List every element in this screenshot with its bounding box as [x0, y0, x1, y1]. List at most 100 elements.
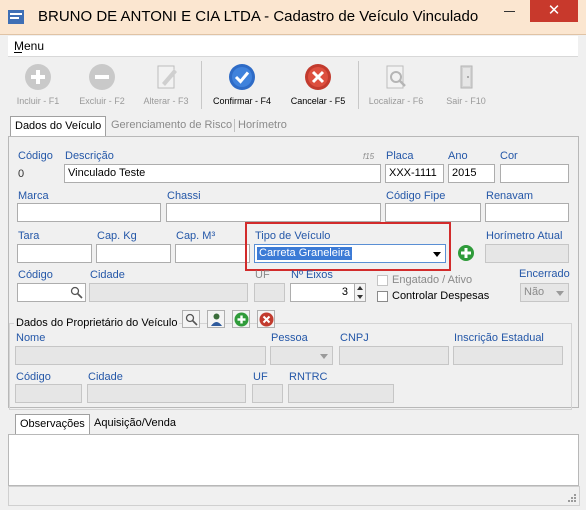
- proprietario-uf-input: [252, 384, 283, 403]
- search-icon[interactable]: [70, 286, 83, 299]
- cap-kg-input[interactable]: [96, 244, 171, 263]
- proprietario-inscricao-input: [453, 346, 563, 365]
- plus-icon: [234, 312, 249, 327]
- close-button[interactable]: ✕: [530, 0, 578, 22]
- status-bar: [8, 486, 580, 506]
- codigo-fipe-input[interactable]: [385, 203, 481, 222]
- window-title: BRUNO DE ANTONI E CIA LTDA - Cadastro de…: [38, 8, 479, 25]
- cap-m3-input[interactable]: [175, 244, 250, 263]
- placa-input[interactable]: XXX-1111: [385, 164, 444, 183]
- codigo-value: 0: [18, 168, 25, 180]
- toolbar: Incluir - F1 Excluir - F2 Alterar - F3 C…: [8, 57, 578, 113]
- tab-dados-do-veiculo[interactable]: Dados do Veículo: [10, 116, 107, 137]
- resize-grip-icon[interactable]: [567, 493, 577, 503]
- chassi-label: Chassi: [167, 190, 201, 202]
- chevron-down-icon: [320, 354, 328, 359]
- search-owner-button[interactable]: [182, 310, 200, 328]
- menu-bar: Menu: [8, 36, 578, 57]
- minimize-button[interactable]: [490, 0, 530, 22]
- proprietario-cnpj-input: [339, 346, 449, 365]
- descricao-input[interactable]: Vinculado Teste: [64, 164, 381, 183]
- codigo-label: Código: [18, 150, 53, 162]
- proprietario-rntrc-label: RNTRC: [289, 371, 328, 383]
- codigo-fipe-label: Código Fipe: [386, 190, 446, 202]
- marca-label: Marca: [18, 190, 49, 202]
- remove-owner-button[interactable]: [257, 310, 275, 328]
- close-icon: ✕: [547, 2, 561, 19]
- toolbar-separator: [201, 61, 202, 109]
- title-bar: BRUNO DE ANTONI E CIA LTDA - Cadastro de…: [0, 0, 586, 35]
- tipo-veiculo-select[interactable]: Carreta Graneleira: [254, 244, 446, 263]
- localizar-label: Localizar - F6: [368, 96, 424, 106]
- confirmar-label: Confirmar - F4: [212, 96, 271, 106]
- excluir-button[interactable]: Excluir - F2: [74, 57, 130, 113]
- menu-underline: [14, 52, 22, 53]
- proprietario-nome-label: Nome: [16, 332, 46, 344]
- sair-label: Sair - F10: [446, 96, 486, 106]
- chassi-input[interactable]: [166, 203, 381, 222]
- menu-item-menu[interactable]: Menu: [14, 39, 44, 53]
- controlar-despesas-checkbox[interactable]: [377, 291, 388, 302]
- edit-document-icon: [157, 65, 177, 89]
- proprietario-group-label: Dados do Proprietário do Veículo: [14, 317, 180, 329]
- horimetro-atual-input: [485, 244, 569, 263]
- add-tipo-veiculo-icon[interactable]: [457, 244, 475, 262]
- person-icon: [211, 313, 222, 326]
- cancelar-button[interactable]: Cancelar - F5: [284, 57, 352, 113]
- sair-button[interactable]: Sair - F10: [440, 57, 492, 113]
- engatado-label: Engatado / Ativo: [392, 274, 473, 286]
- encerrado-select[interactable]: Não: [520, 283, 569, 302]
- alterar-button[interactable]: Alterar - F3: [138, 57, 194, 113]
- tara-input[interactable]: [17, 244, 92, 263]
- marca-input[interactable]: [17, 203, 161, 222]
- close-icon: [259, 312, 274, 327]
- cor-input[interactable]: [500, 164, 569, 183]
- proprietario-uf-label: UF: [253, 371, 268, 383]
- plus-icon: [25, 64, 51, 90]
- n-eixos-input[interactable]: 3: [290, 283, 356, 302]
- codigo2-input[interactable]: [17, 283, 86, 302]
- app-icon: [8, 10, 24, 24]
- tab-observacoes[interactable]: Observações: [15, 414, 90, 435]
- tab-gerenciamento-de-risco[interactable]: Gerenciamento de Risco: [111, 116, 232, 135]
- chevron-down-icon: [433, 252, 441, 257]
- tab-horimetro[interactable]: Horímetro: [238, 116, 287, 135]
- tab-divider: [234, 119, 235, 132]
- observacoes-textarea[interactable]: [8, 434, 579, 486]
- cancelar-label: Cancelar - F5: [290, 96, 346, 106]
- add-owner-button[interactable]: [232, 310, 250, 328]
- proprietario-nome-input: [15, 346, 266, 365]
- bottom-tab-bar: Observações Aquisição/Venda: [8, 414, 578, 435]
- minus-icon: [89, 64, 115, 90]
- checkmark-icon: [229, 64, 255, 90]
- proprietario-pessoa-select: [270, 346, 333, 365]
- codigo2-label: Código: [18, 269, 53, 281]
- spin-up-icon[interactable]: [357, 286, 363, 290]
- n-eixos-label: Nº Eixos: [291, 269, 333, 281]
- ano-input[interactable]: 2015: [448, 164, 495, 183]
- proprietario-cidade-label: Cidade: [88, 371, 123, 383]
- chevron-down-icon: [556, 291, 564, 296]
- owner-person-button[interactable]: [207, 310, 225, 328]
- encerrado-label: Encerrado: [519, 268, 570, 280]
- placa-label: Placa: [386, 150, 414, 162]
- horimetro-atual-label: Horímetro Atual: [486, 230, 563, 242]
- cancel-x-icon: [305, 64, 331, 90]
- descricao-label: Descrição: [65, 150, 114, 162]
- tipo-veiculo-label: Tipo de Veículo: [255, 230, 331, 242]
- spin-down-icon[interactable]: [357, 295, 363, 299]
- cap-m3-label: Cap. M³: [176, 230, 216, 242]
- confirmar-button[interactable]: Confirmar - F4: [208, 57, 276, 113]
- proprietario-inscricao-label: Inscrição Estadual: [454, 332, 544, 344]
- tab-aquisicao-venda[interactable]: Aquisição/Venda: [94, 414, 176, 433]
- n-eixos-spinner[interactable]: [354, 283, 366, 302]
- incluir-label: Incluir - F1: [16, 96, 60, 106]
- renavam-input[interactable]: [485, 203, 569, 222]
- engatado-checkbox[interactable]: [377, 275, 388, 286]
- minimize-icon: [504, 11, 515, 12]
- proprietario-codigo-label: Código: [16, 371, 51, 383]
- uf-label: UF: [255, 269, 270, 281]
- localizar-button[interactable]: Localizar - F6: [364, 57, 428, 113]
- toolbar-separator: [358, 61, 359, 109]
- incluir-button[interactable]: Incluir - F1: [12, 57, 64, 113]
